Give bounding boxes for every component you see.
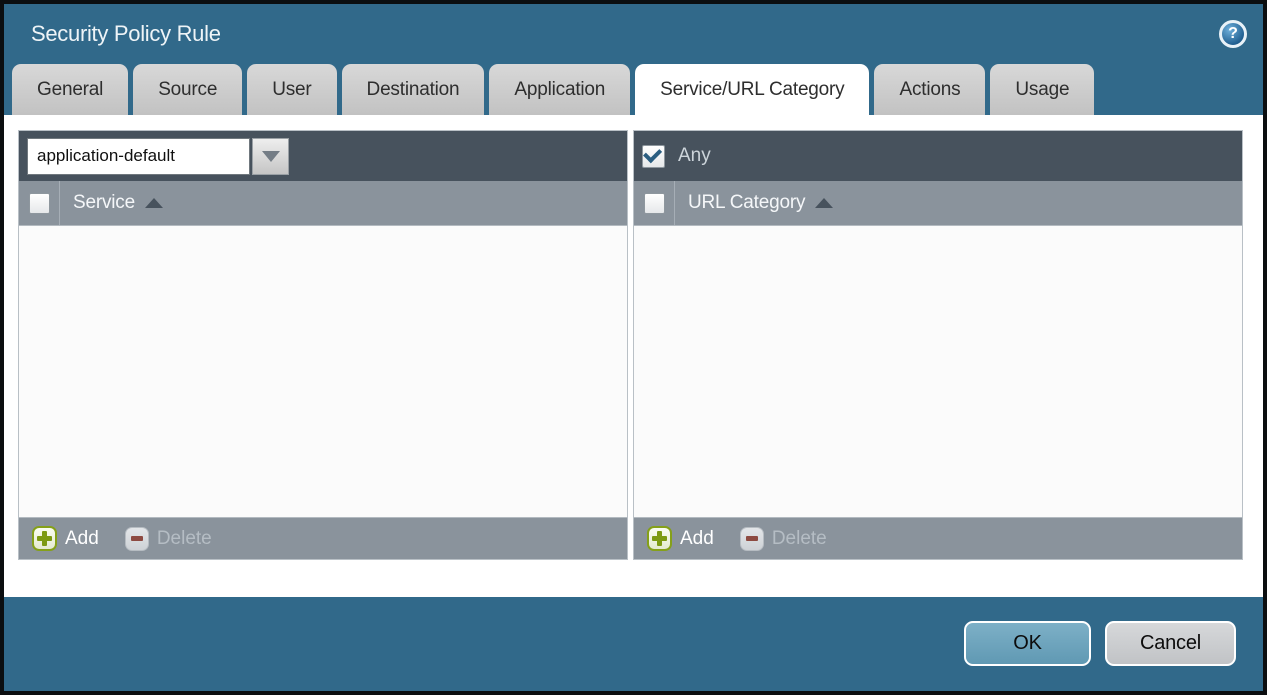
add-icon [32, 526, 57, 551]
sort-ascending-icon [145, 198, 163, 208]
security-policy-rule-dialog: Security Policy Rule ? General Source Us… [0, 0, 1267, 695]
caret-down-icon [262, 151, 280, 162]
title-bar: Security Policy Rule ? [4, 4, 1263, 64]
ok-button[interactable]: OK [964, 621, 1091, 666]
url-category-select-all-checkbox[interactable] [644, 193, 665, 214]
service-panel: Service Add Delete [18, 130, 628, 560]
tab-general[interactable]: General [12, 64, 128, 115]
service-select-all-cell [19, 181, 60, 225]
service-type-dropdown-button[interactable] [252, 138, 289, 175]
any-checkbox[interactable] [642, 145, 665, 168]
cancel-button[interactable]: Cancel [1105, 621, 1236, 666]
sort-ascending-icon [815, 198, 833, 208]
service-type-input[interactable] [27, 138, 250, 175]
help-icon[interactable]: ? [1219, 20, 1247, 48]
url-category-add-button[interactable]: Add [647, 526, 714, 551]
dialog-footer: OK Cancel [4, 597, 1263, 689]
url-category-select-all-cell [634, 181, 675, 225]
tab-service-url-category[interactable]: Service/URL Category [635, 64, 869, 115]
tab-source[interactable]: Source [133, 64, 242, 115]
delete-icon [740, 527, 764, 551]
service-delete-button: Delete [125, 527, 212, 551]
tab-bar: General Source User Destination Applicat… [4, 64, 1263, 115]
service-add-button[interactable]: Add [32, 526, 99, 551]
service-column-text: Service [73, 192, 135, 214]
delete-label: Delete [772, 528, 827, 550]
add-label: Add [65, 528, 99, 550]
any-label: Any [678, 145, 711, 167]
tab-application[interactable]: Application [489, 64, 630, 115]
add-icon [647, 526, 672, 551]
url-category-column-text: URL Category [688, 192, 805, 214]
service-panel-footer: Add Delete [19, 517, 627, 559]
url-category-column-header: URL Category [634, 181, 1242, 226]
service-column-header: Service [19, 181, 627, 226]
delete-icon [125, 527, 149, 551]
service-panel-header [19, 131, 627, 181]
service-column-label[interactable]: Service [73, 192, 163, 214]
url-category-panel-footer: Add Delete [634, 517, 1242, 559]
dialog-title: Security Policy Rule [31, 21, 221, 47]
url-category-column-label[interactable]: URL Category [688, 192, 833, 214]
tab-usage[interactable]: Usage [990, 64, 1094, 115]
url-category-list[interactable] [634, 226, 1242, 517]
service-select-all-checkbox[interactable] [29, 193, 50, 214]
service-type-combo [27, 138, 289, 175]
tab-actions[interactable]: Actions [874, 64, 985, 115]
url-category-panel-header: Any [634, 131, 1242, 181]
tab-content: Service Add Delete Any [4, 115, 1263, 597]
url-category-delete-button: Delete [740, 527, 827, 551]
tab-user[interactable]: User [247, 64, 336, 115]
url-category-panel: Any URL Category Add Delete [633, 130, 1243, 560]
service-list[interactable] [19, 226, 627, 517]
add-label: Add [680, 528, 714, 550]
tab-destination[interactable]: Destination [342, 64, 485, 115]
delete-label: Delete [157, 528, 212, 550]
